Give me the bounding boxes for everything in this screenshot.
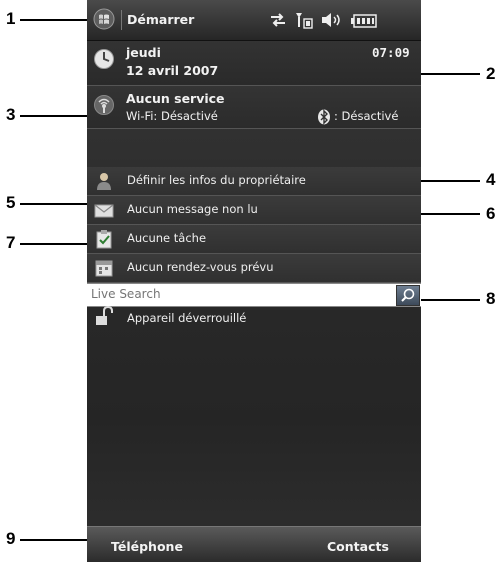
- connection-panel[interactable]: Aucun service Wi-Fi: Désactivé : Désacti…: [87, 86, 421, 129]
- callout-6: 6: [486, 204, 496, 223]
- callout-line-6: [418, 213, 480, 215]
- clock-icon: [93, 48, 115, 70]
- bluetooth-icon: [317, 109, 331, 125]
- live-search-input[interactable]: [91, 286, 387, 302]
- tasks-label: Aucune tâche: [127, 231, 207, 245]
- tasks-item[interactable]: Aucune tâche: [87, 225, 421, 254]
- sync-arrows-icon: [269, 12, 287, 28]
- title-divider: [121, 10, 122, 30]
- softkey-contacts[interactable]: Contacts: [327, 539, 389, 554]
- callout-9: 9: [6, 529, 16, 548]
- signal-strength-icon[interactable]: [294, 10, 314, 30]
- wireless-icon: [93, 94, 115, 116]
- messages-item[interactable]: Aucun message non lu: [87, 196, 421, 225]
- unlocked-padlock-icon: [94, 305, 114, 328]
- callout-5: 5: [6, 193, 16, 212]
- callout-line-8: [418, 299, 480, 301]
- callout-line-4: [418, 180, 480, 182]
- title-bar: Démarrer: [87, 0, 421, 41]
- softkey-telephone[interactable]: Téléphone: [111, 539, 183, 554]
- callout-line-2: [418, 73, 480, 75]
- callout-8: 8: [486, 289, 496, 308]
- today-screen: Démarrer jeudi 12 avril 2007 07:09 Aucun…: [87, 0, 421, 562]
- callout-1: 1: [6, 9, 16, 28]
- live-search-bar: [87, 283, 421, 307]
- day-name: jeudi: [126, 45, 161, 60]
- soft-key-bar: Téléphone Contacts: [87, 526, 421, 562]
- calendar-icon: [94, 258, 114, 278]
- bluetooth-status[interactable]: : Désactivé: [334, 109, 398, 123]
- callout-2: 2: [486, 64, 496, 83]
- task-clipboard-icon: [94, 229, 114, 249]
- messages-label: Aucun message non lu: [127, 202, 258, 216]
- magnifier-icon: [401, 288, 415, 302]
- search-button[interactable]: [396, 285, 420, 306]
- owner-info-label: Définir les infos du propriétaire: [127, 173, 306, 187]
- person-icon: [94, 171, 114, 191]
- start-menu-title[interactable]: Démarrer: [127, 12, 194, 27]
- windows-start-icon[interactable]: [93, 8, 115, 30]
- appointments-label: Aucun rendez-vous prévu: [127, 260, 274, 274]
- device-lock-item[interactable]: Appareil déverrouillé: [87, 305, 421, 330]
- callout-7: 7: [6, 233, 16, 252]
- full-date: 12 avril 2007: [126, 63, 219, 78]
- callout-3: 3: [6, 105, 16, 124]
- service-status: Aucun service: [126, 91, 225, 106]
- clock-time: 07:09: [372, 45, 410, 60]
- envelope-icon: [94, 200, 114, 220]
- battery-icon[interactable]: [351, 13, 377, 28]
- volume-icon[interactable]: [321, 11, 343, 29]
- wifi-status[interactable]: Wi-Fi: Désactivé: [126, 109, 218, 123]
- date-time-panel[interactable]: jeudi 12 avril 2007 07:09: [87, 41, 421, 86]
- appointments-item[interactable]: Aucun rendez-vous prévu: [87, 254, 421, 283]
- callout-4: 4: [486, 170, 496, 189]
- device-lock-label: Appareil déverrouillé: [127, 311, 247, 325]
- owner-info-item[interactable]: Définir les infos du propriétaire: [87, 167, 421, 196]
